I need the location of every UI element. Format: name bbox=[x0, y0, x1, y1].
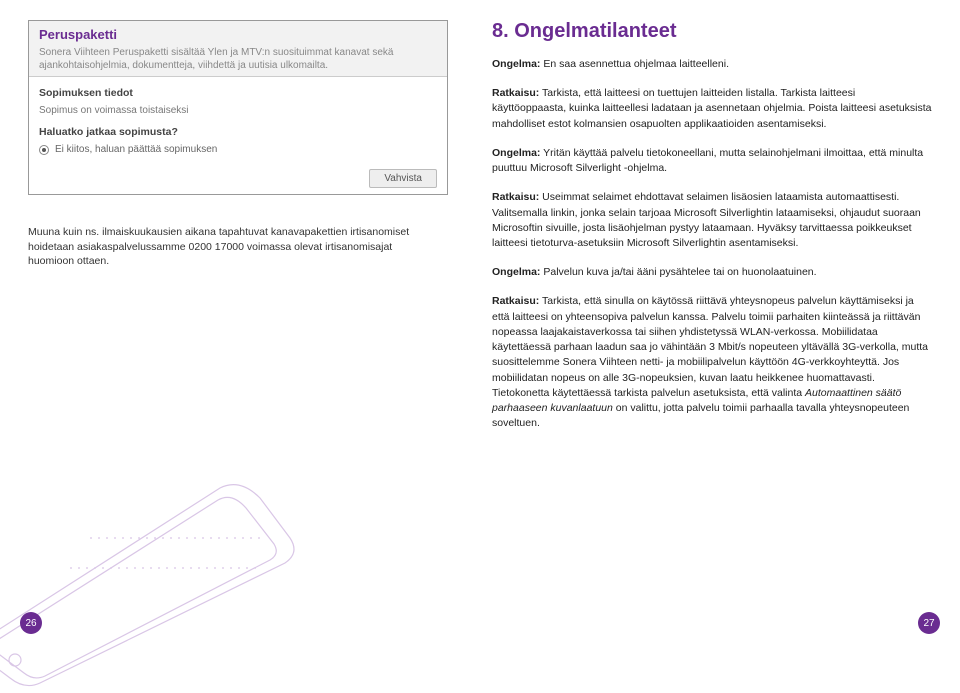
left-caption-text: Muuna kuin ns. ilmaiskuukausien aikana t… bbox=[28, 225, 428, 269]
solution-1: Ratkaisu: Tarkista, että laitteesi on tu… bbox=[492, 86, 932, 132]
problem-1-text: En saa asennettua ohjelmaa laitteelleni. bbox=[540, 58, 729, 70]
solution-2: Ratkaisu: Useimmat selaimet ehdottavat s… bbox=[492, 190, 932, 251]
problem-2: Ongelma: Yritän käyttää palvelu tietokon… bbox=[492, 146, 932, 176]
contract-status-text: Sopimus on voimassa toistaiseksi bbox=[39, 105, 437, 116]
radio-icon bbox=[39, 145, 49, 155]
panel-footer: Vahvista bbox=[39, 163, 437, 188]
continue-question-label: Haluatko jatkaa sopimusta? bbox=[39, 126, 437, 138]
tablet-outline-art bbox=[0, 478, 300, 688]
problem-3-label: Ongelma: bbox=[492, 266, 540, 278]
right-page: 8. Ongelmatilanteet Ongelma: En saa asen… bbox=[480, 0, 960, 648]
panel-title: Peruspaketti bbox=[39, 27, 437, 42]
problem-2-text: Yritän käyttää palvelu tietokoneellani, … bbox=[492, 147, 923, 174]
solution-1-label: Ratkaisu: bbox=[492, 87, 539, 99]
cancel-radio-option[interactable]: Ei kiitos, haluan päättää sopimuksen bbox=[39, 144, 437, 155]
contract-details-label: Sopimuksen tiedot bbox=[39, 87, 437, 99]
problem-1-label: Ongelma: bbox=[492, 58, 540, 70]
confirm-button[interactable]: Vahvista bbox=[369, 169, 437, 188]
section-heading: 8. Ongelmatilanteet bbox=[492, 20, 932, 43]
solution-3-label: Ratkaisu: bbox=[492, 295, 539, 307]
panel-header: Peruspaketti Sonera Viihteen Peruspakett… bbox=[29, 21, 447, 77]
solution-3: Ratkaisu: Tarkista, että sinulla on käyt… bbox=[492, 294, 932, 431]
panel-description: Sonera Viihteen Peruspaketti sisältää Yl… bbox=[39, 46, 437, 72]
problem-1: Ongelma: En saa asennettua ohjelmaa lait… bbox=[492, 57, 932, 72]
solution-1-text: Tarkista, että laitteesi on tuettujen la… bbox=[492, 87, 932, 129]
package-settings-panel: Peruspaketti Sonera Viihteen Peruspakett… bbox=[28, 20, 448, 195]
page-number-right: 27 bbox=[918, 612, 940, 634]
problem-3-text: Palvelun kuva ja/tai ääni pysähtelee tai… bbox=[540, 266, 816, 278]
solution-2-text: Useimmat selaimet ehdottavat selaimen li… bbox=[492, 191, 921, 249]
page-number-left: 26 bbox=[20, 612, 42, 634]
left-page: Peruspaketti Sonera Viihteen Peruspakett… bbox=[0, 0, 480, 648]
solution-2-label: Ratkaisu: bbox=[492, 191, 539, 203]
radio-label: Ei kiitos, haluan päättää sopimuksen bbox=[55, 144, 217, 155]
problem-3: Ongelma: Palvelun kuva ja/tai ääni pysäh… bbox=[492, 265, 932, 280]
problem-2-label: Ongelma: bbox=[492, 147, 540, 159]
solution-3-text-part1: Tarkista, että sinulla on käytössä riitt… bbox=[492, 295, 928, 398]
panel-body: Sopimuksen tiedot Sopimus on voimassa to… bbox=[29, 77, 447, 194]
